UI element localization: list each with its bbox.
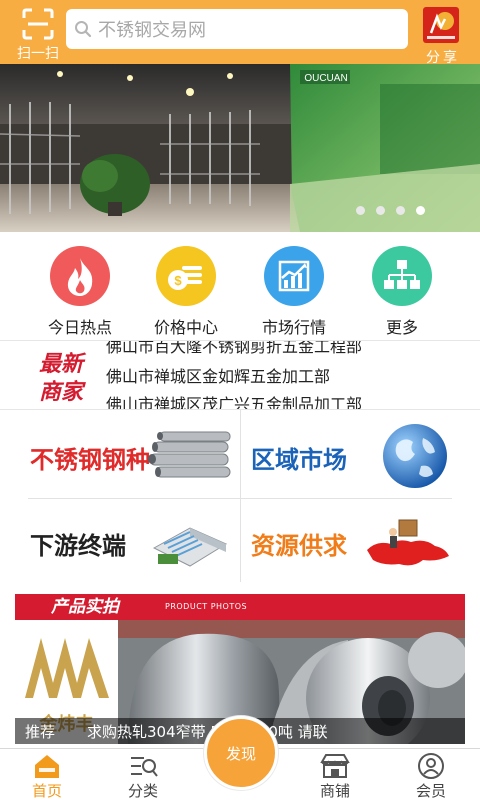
- brand-logo-icon: [25, 638, 109, 698]
- shop-icon: [320, 754, 350, 778]
- latest-merchants-ticker: 最新 商家 佛山市百大隆不锈钢剪折五金工程部 佛山市禅城区金如辉五金加工部 佛山…: [0, 340, 480, 410]
- category-label: 区域市场: [251, 446, 347, 474]
- carousel-dot[interactable]: [416, 206, 425, 215]
- tab-label: 首页: [31, 782, 62, 800]
- china-map-icon: [367, 519, 449, 566]
- merchant-item[interactable]: 佛山市禅城区金如辉五金加工部: [106, 363, 330, 387]
- merchants-logo-line: 商家: [39, 379, 86, 405]
- category-search-icon: [131, 757, 158, 777]
- search-box[interactable]: [66, 9, 408, 49]
- grid-divider: [28, 498, 452, 499]
- quick-nav-hot-topics[interactable]: 今日热点: [30, 246, 130, 338]
- globe-icon: [383, 424, 447, 488]
- product-photos-subtitle: PRODUCT PHOTOS: [165, 602, 248, 611]
- quick-nav: 今日热点 $ 价格中心 市场行情 更多: [0, 232, 480, 340]
- svg-text:$: $: [174, 273, 182, 288]
- carousel-dot[interactable]: [376, 206, 385, 215]
- product-photos-header: 产品实拍 PRODUCT PHOTOS: [15, 594, 465, 620]
- showroom-banner[interactable]: OUCUAN: [0, 64, 480, 232]
- quick-nav-market[interactable]: 市场行情: [244, 246, 344, 338]
- quick-nav-label: 市场行情: [261, 318, 326, 337]
- banner-image: OUCUAN: [0, 64, 480, 232]
- carousel-dot[interactable]: [356, 206, 365, 215]
- product-photos-title: 产品实拍: [51, 597, 119, 617]
- search-icon: [75, 21, 92, 38]
- tab-label: 商铺: [319, 782, 350, 800]
- search-input[interactable]: [96, 15, 400, 45]
- trend-chart-icon: [264, 246, 324, 306]
- category-label: 下游终端: [30, 532, 126, 560]
- tab-shop[interactable]: 商铺: [290, 749, 380, 801]
- category-label: 资源供求: [251, 532, 347, 560]
- user-icon: [418, 753, 444, 779]
- tab-label: 会员: [415, 782, 446, 800]
- top-bar: 扫一扫 分享: [0, 0, 480, 66]
- home-icon: [35, 755, 59, 778]
- category-regional-market[interactable]: 区域市场: [241, 410, 480, 500]
- recommend-tag: 推荐: [25, 723, 56, 741]
- share-button[interactable]: 分享: [418, 5, 472, 66]
- tab-category[interactable]: 分类: [98, 749, 188, 801]
- category-stainless-grades[interactable]: 不锈钢钢种: [0, 410, 240, 500]
- tab-label: 分类: [127, 782, 158, 800]
- carousel-dot[interactable]: [396, 206, 405, 215]
- svg-text:OUCUAN: OUCUAN: [304, 73, 347, 84]
- quick-nav-label: 今日热点: [47, 318, 112, 337]
- sitemap-icon: [372, 246, 432, 306]
- quick-nav-label: 价格中心: [153, 318, 218, 337]
- merchant-item[interactable]: 佛山市百大隆不锈钢剪折五金工程部: [106, 341, 362, 357]
- grid-divider: [240, 410, 241, 582]
- scan-button[interactable]: 扫一扫: [10, 6, 66, 62]
- site-logo-icon: [423, 7, 459, 43]
- coin-icon: $: [156, 246, 216, 306]
- quick-nav-more[interactable]: 更多: [352, 246, 452, 338]
- category-supply-demand[interactable]: 资源供求: [241, 500, 480, 590]
- scan-icon: [22, 8, 54, 40]
- category-label: 不锈钢钢种: [30, 446, 150, 474]
- category-downstream[interactable]: 下游终端: [0, 500, 240, 590]
- tab-home[interactable]: 首页: [2, 749, 92, 801]
- latest-merchants-logo: 最新 商家: [30, 347, 92, 405]
- steel-pipes-icon: [148, 431, 231, 478]
- merchants-logo-line: 最新: [39, 351, 87, 377]
- quick-nav-price-center[interactable]: $ 价格中心: [136, 246, 236, 338]
- discover-button[interactable]: 发现: [204, 716, 278, 790]
- merchant-item[interactable]: 佛山市禅城区茂广兴五金制品加工部: [106, 391, 362, 409]
- discover-label: 发现: [225, 745, 256, 763]
- flame-icon: [50, 246, 110, 306]
- tab-member[interactable]: 会员: [386, 749, 476, 801]
- scan-label: 扫一扫: [17, 46, 59, 62]
- quick-nav-label: 更多: [385, 318, 418, 337]
- factory-icon: [152, 527, 228, 567]
